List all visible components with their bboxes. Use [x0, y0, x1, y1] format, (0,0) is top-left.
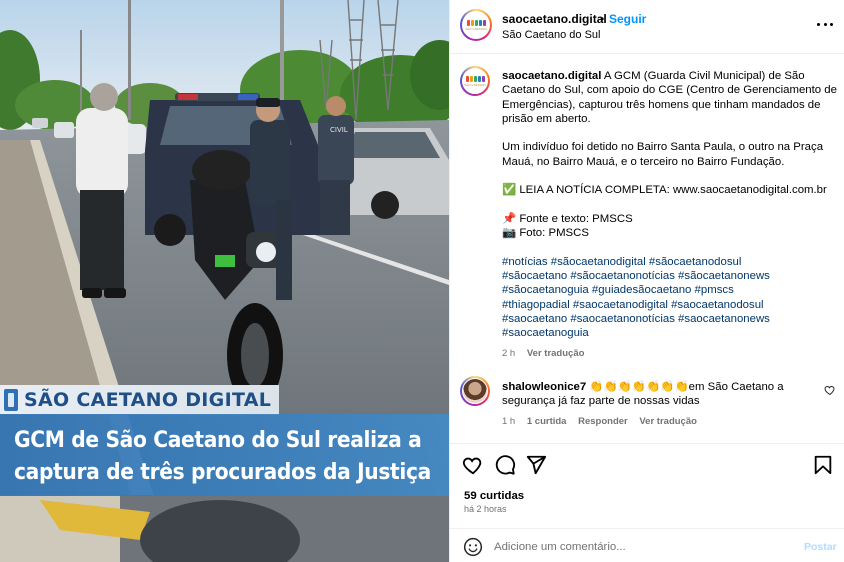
- image-headline: GCM de São Caetano do Sul realiza a capt…: [0, 414, 449, 496]
- commenter-avatar[interactable]: [460, 376, 490, 406]
- caption-text: saocaetano.digital A GCM (Guarda Civil M…: [502, 69, 837, 341]
- caption-line: Caetano do Sul, com apoio do CGE (Centro…: [502, 84, 837, 97]
- add-comment-bar: Postar: [450, 528, 844, 562]
- comment-reply-button[interactable]: Responder: [578, 416, 628, 427]
- post-comment-button[interactable]: Postar: [804, 541, 837, 553]
- like-heart-icon[interactable]: [462, 454, 484, 476]
- svg-text:CIVIL: CIVIL: [330, 126, 348, 134]
- comment-body-line-2: segurança já faz parte de nossas vidas: [502, 395, 700, 408]
- hashtag-line[interactable]: #saocaetanoguia: [502, 326, 822, 340]
- read-more-line: ✅ LEIA A NOTÍCIA COMPLETA: www.saocaetan…: [502, 184, 827, 197]
- caption-line: Emergências), capturou três homens que t…: [502, 98, 821, 111]
- hashtag-line[interactable]: #thiagopadial #saocaetanodigital #saocae…: [502, 298, 822, 312]
- caption-line: Mauá, no Bairro Mauá, e o terceiro no Ba…: [502, 155, 785, 168]
- comment-like-heart-icon[interactable]: [824, 384, 836, 396]
- account-avatar[interactable]: SÃO CAETANO: [460, 9, 492, 41]
- post-image[interactable]: CIVIL SÃO CAETANO DIGITAL GCM de São Cae…: [0, 0, 449, 562]
- post-timestamp[interactable]: há 2 horas: [464, 504, 507, 514]
- save-bookmark-icon[interactable]: [812, 454, 834, 476]
- post-header: SÃO CAETANO saocaetano.digital • Seguir …: [450, 0, 844, 54]
- caption-line: Um indivíduo foi detido no Bairro Santa …: [502, 141, 824, 154]
- source-line: 📌 Fonte e texto: PMSCS: [502, 212, 633, 225]
- image-headline-line-1: GCM de São Caetano do Sul realiza a: [14, 427, 422, 453]
- follow-button[interactable]: Seguir: [609, 12, 646, 26]
- caption-translate-link[interactable]: Ver tradução: [527, 348, 585, 359]
- comment-input[interactable]: [494, 538, 794, 556]
- caption-time[interactable]: 2 h: [502, 348, 515, 359]
- image-brand-banner: SÃO CAETANO DIGITAL: [0, 385, 280, 415]
- hashtag-line[interactable]: #saocaetano #saocaetanonotícias #saocaet…: [502, 312, 822, 326]
- emoji-icon[interactable]: [463, 537, 483, 557]
- share-send-icon[interactable]: [525, 454, 547, 476]
- caption-avatar[interactable]: SÃO CAETANO: [460, 66, 490, 96]
- comment-translate-link[interactable]: Ver tradução: [639, 416, 697, 427]
- more-options-icon[interactable]: [817, 16, 833, 32]
- likes-count[interactable]: 59 curtidas: [464, 490, 524, 502]
- comment-meta: 1 h 1 curtida Responder Ver tradução: [502, 416, 706, 427]
- comment-bubble-icon[interactable]: [494, 454, 516, 476]
- caption-line: A GCM (Guarda Civil Municipal) de São: [601, 70, 805, 82]
- post-side-panel: SÃO CAETANO saocaetano.digital • Seguir …: [449, 0, 844, 562]
- hashtag-line[interactable]: #sãocaetano #sãocaetanonotícias #sãocaet…: [502, 269, 822, 283]
- post-actions: 59 curtidas há 2 horas: [450, 443, 844, 540]
- phone-logo-icon: [4, 389, 18, 411]
- caption-username-link[interactable]: saocaetano.digital: [502, 70, 601, 82]
- image-brand-text: SÃO CAETANO DIGITAL: [24, 389, 272, 411]
- comment-time[interactable]: 1 h: [502, 416, 515, 427]
- location-link[interactable]: São Caetano do Sul: [502, 29, 600, 41]
- commenter-username-link[interactable]: shalowleonice7: [502, 381, 586, 393]
- comment-text: shalowleonice7 👏👏👏👏👏👏👏em São Caetano a s…: [502, 380, 802, 409]
- comment-body-line-1: 👏👏👏👏👏👏👏em São Caetano a: [586, 381, 784, 393]
- caption-meta: 2 h Ver tradução: [502, 348, 593, 359]
- comment-likes-link[interactable]: 1 curtida: [527, 416, 567, 427]
- hashtag-line[interactable]: #notícias #sãocaetanodigital #sãocaetano…: [502, 255, 822, 269]
- photo-credit-line: 📷 Foto: PMSCS: [502, 227, 589, 240]
- header-separator: •: [600, 12, 605, 26]
- hashtag-line[interactable]: #sãocaetanoguia #guiadesãocaetano #pmscs: [502, 283, 822, 297]
- header-username-link[interactable]: saocaetano.digital: [502, 12, 607, 26]
- image-headline-line-2: captura de três procurados da Justiça: [14, 459, 431, 485]
- caption-line: prisão em aberto.: [502, 112, 591, 125]
